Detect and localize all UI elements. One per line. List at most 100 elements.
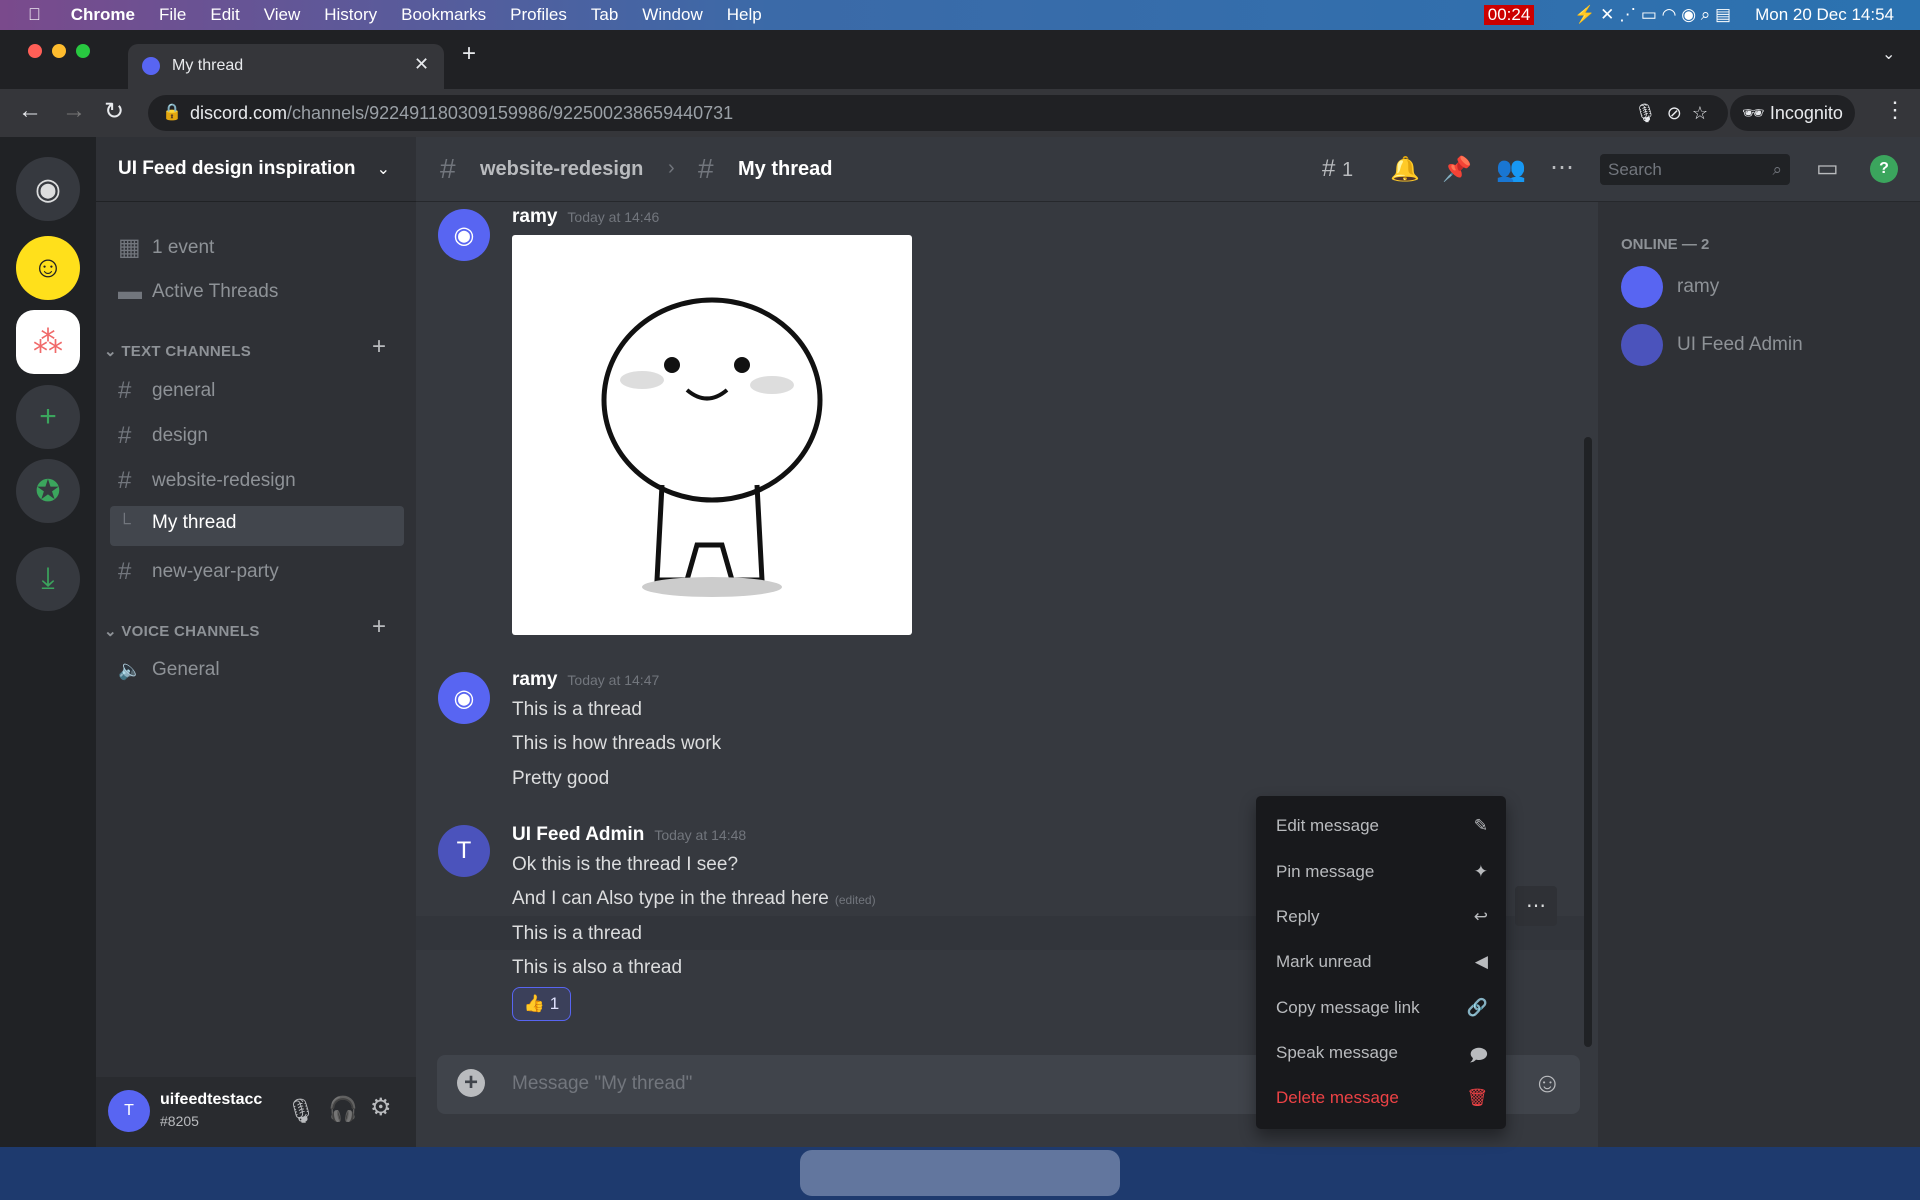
category-text-channels[interactable]: ⌄ TEXT CHANNELS <box>104 342 251 360</box>
add-server-icon[interactable]: + <box>16 385 80 449</box>
search-input[interactable]: Search ⌕ <box>1600 154 1790 185</box>
lock-icon: 🔒 <box>162 104 182 121</box>
url-field[interactable]: 🔒 discord.com/channels/92249118030915998… <box>148 95 1728 131</box>
chrome-menu-icon[interactable]: ⋮ <box>1884 97 1906 123</box>
threads-icon[interactable]: # 1 <box>1322 155 1353 183</box>
search-icon: ⌕ <box>1772 160 1782 179</box>
thread-icon: # <box>698 153 714 184</box>
voice-channel-general[interactable]: 🔈 General <box>118 658 220 682</box>
close-tab-icon[interactable]: ✕ <box>414 54 429 75</box>
apple-icon[interactable]:  <box>28 5 41 25</box>
channel-new-year-party[interactable]: # new-year-party <box>118 558 279 586</box>
channel-design[interactable]: # design <box>118 422 208 450</box>
user-panel: T uifeedtestacc #8205 🎙 🎧 ⚙ <box>96 1077 416 1147</box>
events-item[interactable]: ▦ 1 event <box>118 233 214 262</box>
reload-icon[interactable]: ↻ <box>104 97 124 126</box>
menu-label: Reply <box>1276 907 1320 926</box>
thread-my-thread[interactable]: └ My thread <box>118 512 236 534</box>
threads-icon: ▬ <box>118 278 142 305</box>
new-tab-button[interactable]: + <box>462 40 476 68</box>
cartoon-character-image <box>601 297 823 597</box>
pin-icon: ✦ <box>1473 862 1488 881</box>
member-list-icon[interactable]: 👥 <box>1496 155 1526 184</box>
channel-general[interactable]: # general <box>118 377 215 405</box>
server-header[interactable]: UI Feed design inspiration ⌄ <box>96 137 416 202</box>
forward-icon[interactable]: → <box>62 97 86 125</box>
menu-window[interactable]: Window <box>642 5 702 25</box>
add-attachment-icon[interactable]: + <box>457 1069 485 1097</box>
menu-tab[interactable]: Tab <box>591 5 618 25</box>
sticker-image[interactable] <box>512 235 912 635</box>
menu-profiles[interactable]: Profiles <box>510 5 567 25</box>
menu-history[interactable]: History <box>324 5 377 25</box>
reply-arrow-icon: ↩ <box>1473 907 1488 926</box>
parent-channel-link[interactable]: website-redesign <box>480 158 643 181</box>
menu-bookmarks[interactable]: Bookmarks <box>401 5 486 25</box>
headphones-icon[interactable]: 🎧 <box>328 1095 358 1124</box>
add-text-channel-icon[interactable]: + <box>372 333 386 361</box>
category-voice-channels[interactable]: ⌄ VOICE CHANNELS <box>104 622 260 640</box>
author-name[interactable]: ramy <box>512 669 557 690</box>
avatar-ui-feed-admin[interactable]: T <box>438 825 490 877</box>
url-actions-icons[interactable]: 🎙 ⊘ ☆ <box>1634 95 1708 131</box>
pin-icon[interactable]: 📌 <box>1442 155 1472 184</box>
tab-search-chevron-icon[interactable]: ⌄ <box>1882 44 1895 64</box>
window-controls[interactable] <box>28 44 90 58</box>
channel-label: My thread <box>152 512 237 533</box>
discord-home-icon[interactable]: ◉ <box>16 157 80 221</box>
menu-view[interactable]: View <box>264 5 301 25</box>
user-avatar[interactable]: T <box>108 1090 150 1132</box>
hash-icon: # <box>118 422 132 449</box>
message-line: Pretty good <box>512 768 610 789</box>
username: uifeedtestacc <box>160 1091 263 1108</box>
profile-label: Incognito <box>1769 103 1843 123</box>
mac-dock[interactable] <box>800 1150 1120 1196</box>
menu-speak-message[interactable]: Speak message 🗩 <box>1276 1043 1488 1072</box>
member-ui-feed-admin[interactable]: UI Feed Admin <box>1621 324 1803 366</box>
mark-unread-icon: ◀ <box>1474 952 1488 971</box>
clock[interactable]: Mon 20 Dec 14:54 <box>1755 5 1894 25</box>
microphone-icon[interactable]: 🎙 <box>286 1097 316 1126</box>
menu-help[interactable]: Help <box>727 5 762 25</box>
menu-reply[interactable]: Reply ↩ <box>1276 907 1488 927</box>
avatar-ramy[interactable]: ◉ <box>438 672 490 724</box>
more-options-button[interactable]: ⋯ <box>1515 886 1557 926</box>
channel-website-redesign[interactable]: # website-redesign <box>118 467 296 495</box>
avatar-ramy[interactable]: ◉ <box>438 209 490 261</box>
menu-edit-message[interactable]: Edit message ✎ <box>1276 816 1488 836</box>
menu-file[interactable]: File <box>159 5 186 25</box>
timestamp: Today at 14:47 <box>567 672 660 688</box>
member-ramy[interactable]: ramy <box>1621 266 1719 308</box>
more-icon[interactable]: ⋯ <box>1550 153 1574 182</box>
browser-tab[interactable]: My thread ✕ <box>128 44 444 89</box>
menu-delete-message[interactable]: Delete message 🗑 <box>1276 1088 1488 1108</box>
online-heading: ONLINE — 2 <box>1621 236 1710 253</box>
scrollbar[interactable] <box>1584 437 1592 1047</box>
menu-copy-message-link[interactable]: Copy message link 🔗 <box>1276 998 1488 1018</box>
back-icon[interactable]: ← <box>18 97 42 125</box>
server-mailchimp-icon[interactable]: ☺ <box>16 236 80 300</box>
reaction-thumbs-up[interactable]: 👍 1 <box>512 987 571 1021</box>
recording-timer[interactable]: 00:24 <box>1483 5 1535 25</box>
author-name[interactable]: ramy <box>512 206 557 227</box>
server-ui-feed-icon[interactable]: ⁂ <box>16 310 80 374</box>
menu-edit[interactable]: Edit <box>210 5 239 25</box>
channel-label: general <box>152 380 216 401</box>
help-icon[interactable]: ? <box>1870 155 1898 183</box>
add-voice-channel-icon[interactable]: + <box>372 613 386 641</box>
message-input-placeholder: Message "My thread" <box>512 1073 693 1094</box>
author-name[interactable]: UI Feed Admin <box>512 824 644 845</box>
explore-icon[interactable]: ✪ <box>16 459 80 523</box>
menu-mark-unread[interactable]: Mark unread ◀ <box>1276 952 1488 972</box>
incognito-badge[interactable]: 🕶 Incognito <box>1730 95 1855 131</box>
active-threads-item[interactable]: ▬ Active Threads <box>118 278 278 306</box>
timestamp: Today at 14:46 <box>567 209 660 225</box>
download-icon[interactable]: ⤓ <box>16 547 80 611</box>
menu-chrome[interactable]: Chrome <box>71 5 135 25</box>
menu-pin-message[interactable]: Pin message ✦ <box>1276 862 1488 882</box>
settings-gear-icon[interactable]: ⚙ <box>370 1093 392 1122</box>
channel-sidebar: UI Feed design inspiration ⌄ ▦ 1 event ▬ Ac… <box>96 137 416 1147</box>
inbox-icon[interactable]: ▭ <box>1816 154 1839 183</box>
emoji-picker-icon[interactable]: ☺ <box>1533 1067 1562 1099</box>
notification-bell-icon[interactable]: 🔔 <box>1390 155 1420 184</box>
